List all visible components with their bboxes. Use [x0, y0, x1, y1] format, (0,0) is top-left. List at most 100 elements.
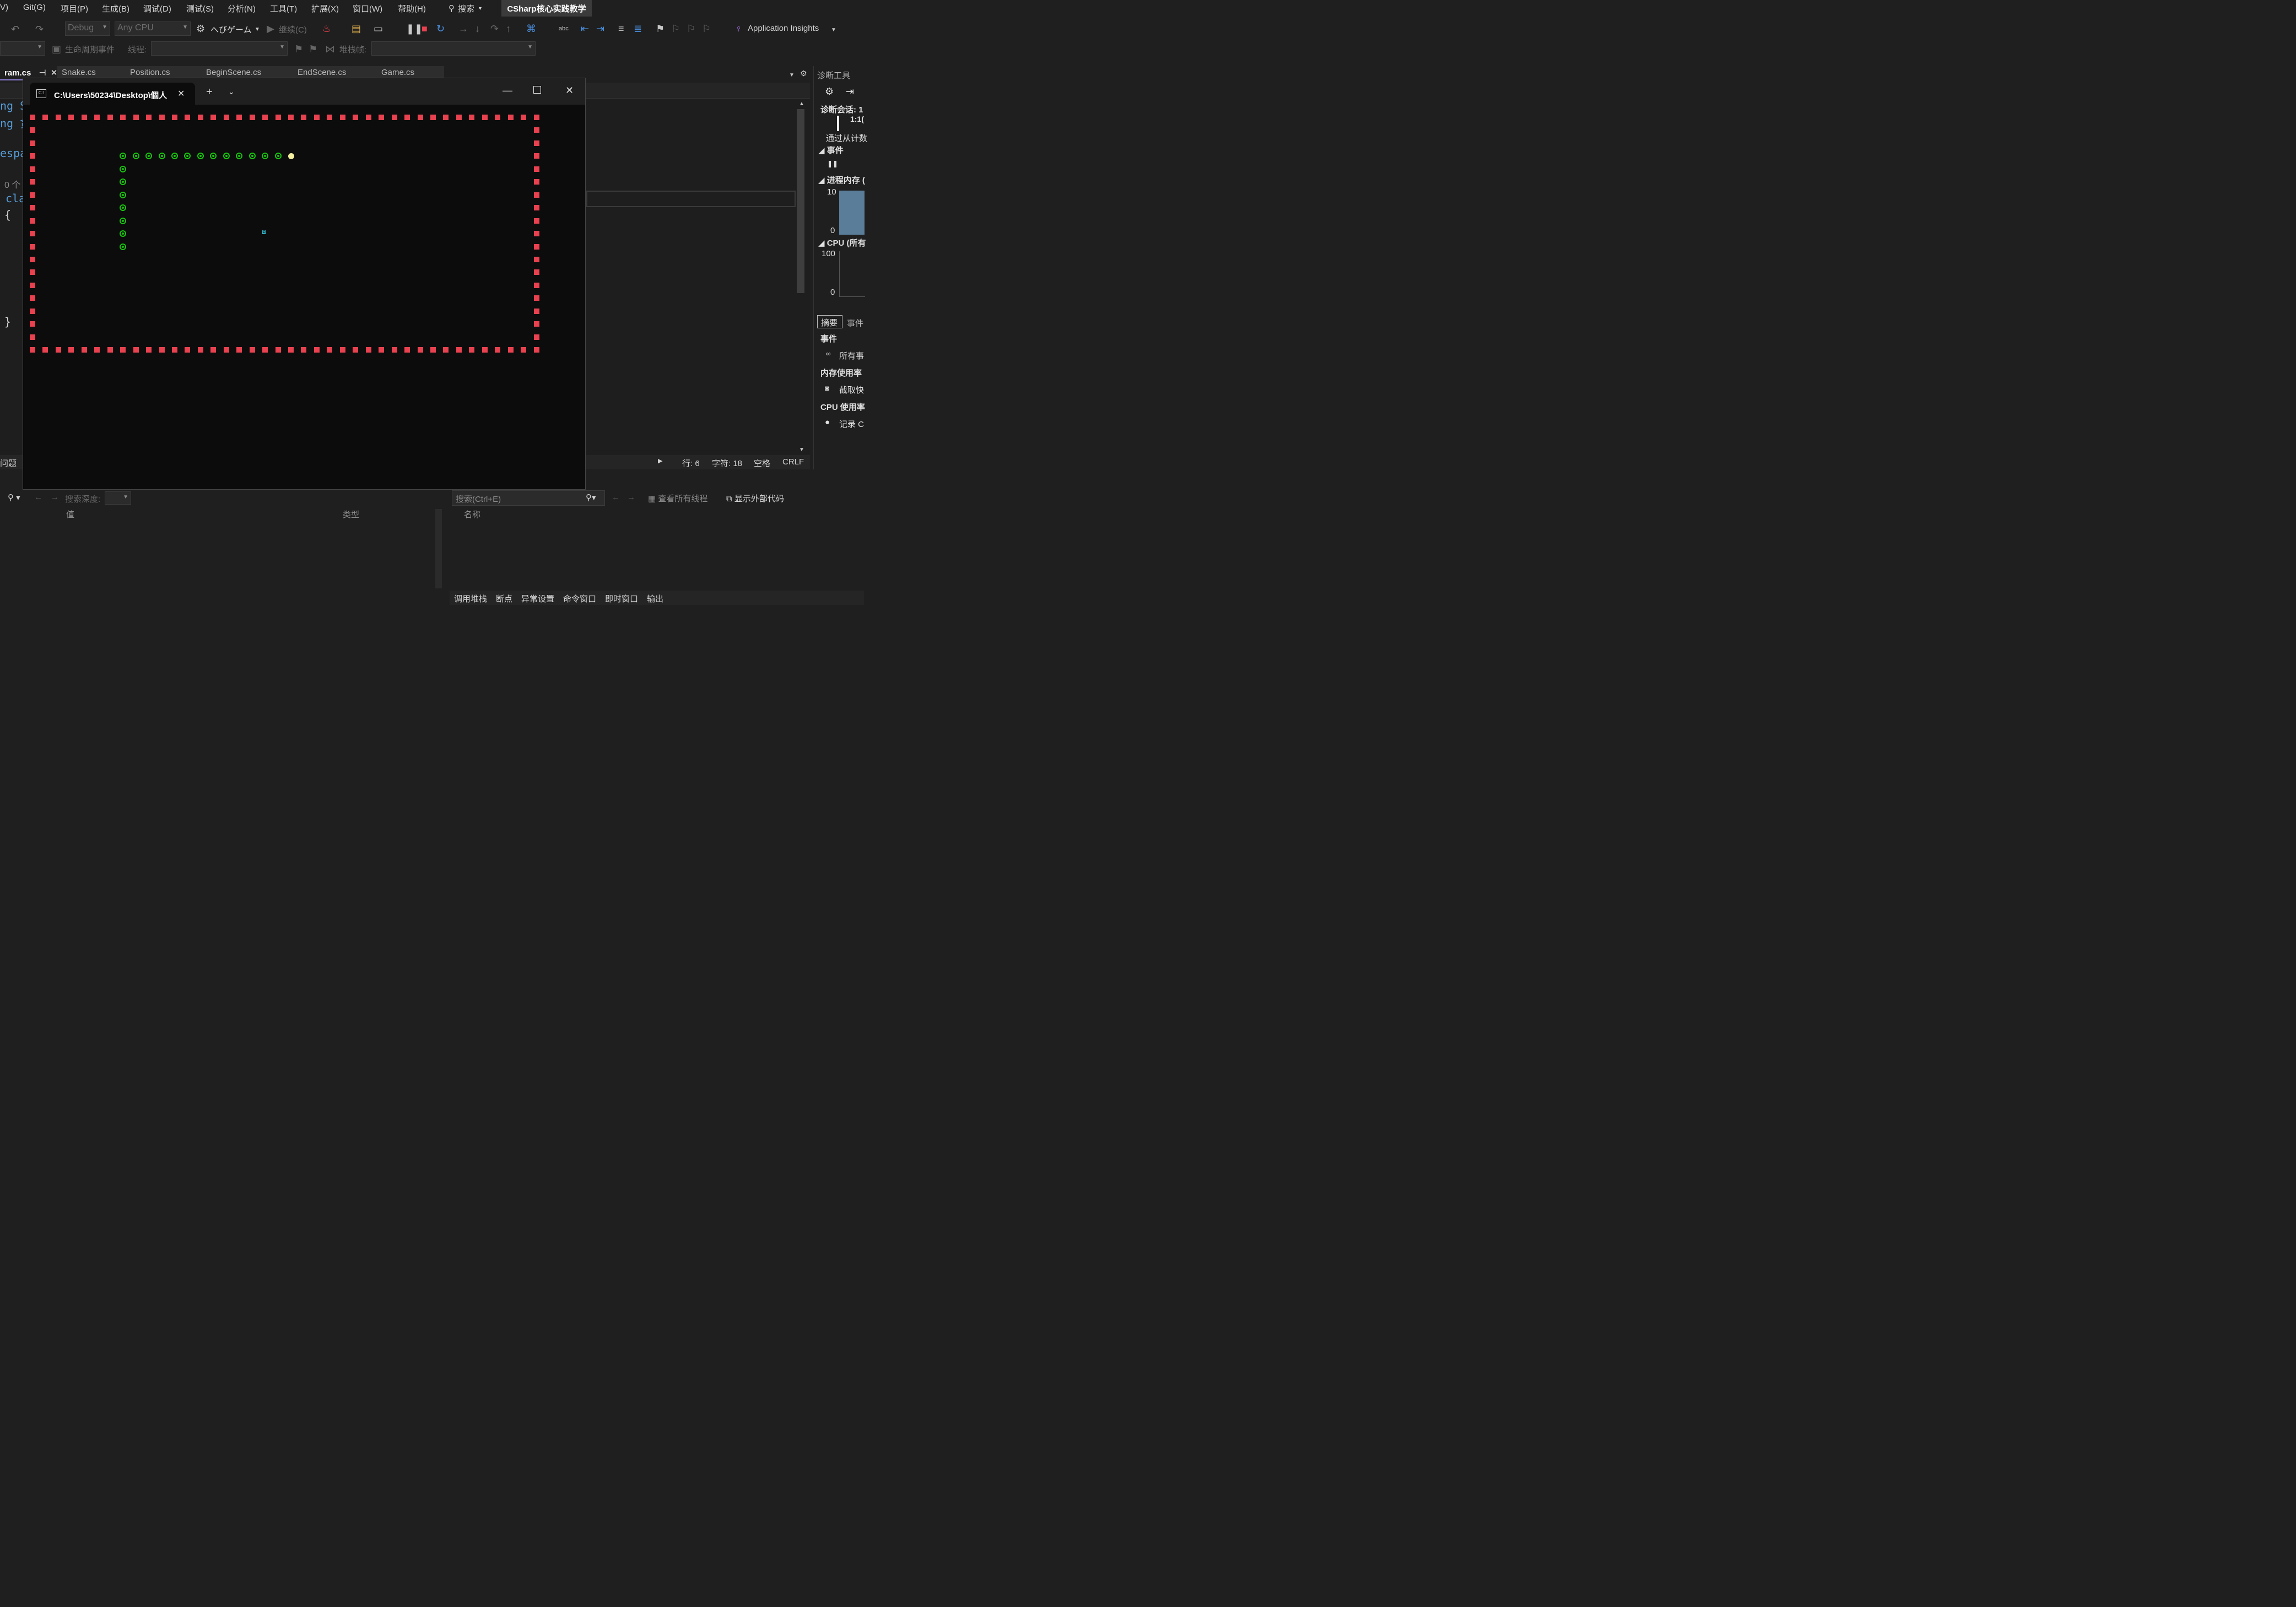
show-external-code-button[interactable]: ⧉ 显示外部代码: [726, 493, 784, 504]
new-tab-icon[interactable]: +: [206, 86, 213, 99]
gear-icon[interactable]: ⚙: [825, 86, 834, 98]
snapshot-button[interactable]: 截取快: [839, 384, 864, 396]
gear-icon[interactable]: ⚙: [800, 68, 807, 78]
forward-icon[interactable]: →: [627, 493, 635, 502]
menu-tools[interactable]: 工具(T): [270, 3, 297, 14]
tab-output[interactable]: 输出: [647, 593, 663, 604]
callstack-search-input[interactable]: 搜索(Ctrl+E) ⚲▾: [452, 490, 605, 506]
step-over-icon[interactable]: ↷: [490, 24, 499, 34]
cpu-header[interactable]: ◢ CPU (所有: [818, 237, 866, 248]
scroll-right-icon[interactable]: ▶: [658, 457, 662, 464]
stack-icon[interactable]: ⋈: [325, 44, 335, 54]
close-window-icon[interactable]: ✕: [565, 85, 574, 96]
menu-analyze[interactable]: 分析(N): [228, 3, 256, 14]
application-insights-button[interactable]: Application Insights: [748, 24, 819, 33]
hot-reload-icon[interactable]: ♨: [322, 24, 331, 34]
record-cpu-button[interactable]: 记录 C: [839, 418, 864, 430]
tab-exception-settings[interactable]: 异常设置: [521, 593, 554, 604]
pin-icon[interactable]: ⊣: [39, 68, 46, 78]
close-tab-icon[interactable]: ✕: [177, 88, 185, 99]
forward-icon[interactable]: →: [51, 493, 59, 502]
indent-icon[interactable]: ≡: [618, 24, 624, 34]
tab-summary[interactable]: 摘要: [817, 315, 842, 328]
view-threads-button[interactable]: ▦ 查看所有线程: [648, 493, 707, 504]
char-indicator[interactable]: 字符: 18: [712, 457, 742, 469]
folder-icon[interactable]: ▤: [352, 24, 361, 34]
search-icon[interactable]: ⚲▾: [586, 493, 596, 502]
menu-project[interactable]: 项目(P): [61, 3, 88, 14]
platform-select[interactable]: Any CPU ▼: [115, 21, 191, 36]
line-indicator[interactable]: 行: 6: [682, 457, 700, 469]
memory-header[interactable]: ◢ 进程内存 (: [818, 174, 865, 186]
show-next-statement-icon[interactable]: →: [458, 24, 468, 34]
chevron-down-icon[interactable]: ▼: [831, 25, 836, 35]
tab-command-window[interactable]: 命令窗口: [563, 593, 596, 604]
maximize-icon[interactable]: [533, 86, 541, 94]
next-bookmark-icon[interactable]: ⚐: [687, 24, 695, 34]
pause-icon[interactable]: ❚❚: [406, 24, 423, 34]
menu-extensions[interactable]: 扩展(X): [311, 3, 339, 14]
spell-check-icon[interactable]: abc: [559, 24, 569, 34]
menu-window[interactable]: 窗口(W): [353, 3, 382, 14]
window-icon[interactable]: ▭: [374, 24, 383, 34]
flag-threads-icon[interactable]: ⚑: [309, 44, 317, 54]
stackframe-select[interactable]: ▼: [371, 41, 536, 56]
scroll-down-icon[interactable]: ▼: [799, 445, 804, 455]
chevron-down-icon[interactable]: ⌄: [228, 87, 235, 96]
console-titlebar[interactable]: C:\ C:\Users\50234\Desktop\個人 ✕ + ⌄ — ✕: [23, 78, 585, 105]
vertical-scrollbar[interactable]: [797, 109, 804, 293]
continue-button[interactable]: 继续(C): [279, 24, 307, 35]
menu-test[interactable]: 测试(S): [186, 3, 214, 14]
gear-icon[interactable]: ⚙: [196, 24, 205, 34]
process-select[interactable]: ▼: [0, 41, 45, 56]
global-search-button[interactable]: ⚲ 搜索 ▼: [449, 2, 483, 15]
scroll-up-icon[interactable]: ▲: [799, 99, 804, 109]
tab-events[interactable]: 事件: [847, 317, 863, 329]
close-icon[interactable]: ✕: [51, 68, 58, 78]
step-out-icon[interactable]: ↑: [506, 24, 511, 34]
vertical-scrollbar[interactable]: [435, 509, 442, 588]
tab-immediate-window[interactable]: 即时窗口: [605, 593, 638, 604]
column-name[interactable]: 名称: [464, 508, 480, 520]
menu-build[interactable]: 生成(B): [102, 3, 129, 14]
console-window[interactable]: C:\ C:\Users\50234\Desktop\個人 ✕ + ⌄ — ✕ …: [23, 78, 586, 490]
restart-icon[interactable]: ↻: [436, 24, 445, 34]
back-icon[interactable]: ←: [34, 493, 42, 502]
menu-git[interactable]: Git(G): [23, 3, 46, 12]
outdent-icon[interactable]: ≣: [634, 24, 642, 34]
flag-icon[interactable]: ⚑: [294, 44, 303, 54]
clear-bookmark-icon[interactable]: ⚐: [702, 24, 711, 34]
stop-icon[interactable]: ■: [422, 24, 428, 34]
prev-bookmark-icon[interactable]: ⚐: [671, 24, 680, 34]
chevron-down-icon[interactable]: ▼: [789, 71, 795, 80]
menu-view[interactable]: V): [0, 3, 8, 12]
startup-project-select[interactable]: へびゲーム: [210, 24, 252, 35]
export-icon[interactable]: ⇥: [846, 86, 854, 98]
undo-icon[interactable]: ↶: [11, 24, 19, 34]
uncomment-icon[interactable]: ⇥: [596, 24, 604, 34]
menu-help[interactable]: 帮助(H): [398, 3, 426, 14]
codelens-references[interactable]: 0 个: [4, 177, 20, 191]
search-icon[interactable]: ⚲ ▾: [8, 493, 20, 502]
line-ending-indicator[interactable]: CRLF: [782, 457, 804, 467]
bookmark-icon[interactable]: ⚑: [656, 24, 665, 34]
column-value[interactable]: 值: [66, 508, 74, 520]
back-icon[interactable]: ←: [612, 493, 620, 502]
console-tab[interactable]: C:\ C:\Users\50234\Desktop\個人 ✕: [30, 83, 195, 105]
search-depth-select[interactable]: ▼: [105, 491, 131, 505]
hex-icon[interactable]: ⌘: [526, 24, 536, 34]
chevron-down-icon[interactable]: ▼: [255, 25, 260, 35]
menu-debug[interactable]: 调试(D): [143, 3, 171, 14]
whitespace-indicator[interactable]: 空格: [754, 457, 770, 469]
comment-icon[interactable]: ⇤: [581, 24, 589, 34]
events-header[interactable]: ◢ 事件: [818, 144, 844, 156]
thread-select[interactable]: ▼: [151, 41, 288, 56]
pause-icon[interactable]: ❚❚: [827, 160, 838, 167]
column-type[interactable]: 类型: [343, 508, 359, 520]
lifecycle-events-button[interactable]: 生命周期事件: [65, 44, 115, 55]
redo-icon[interactable]: ↷: [35, 24, 44, 34]
tab-call-stack[interactable]: 调用堆栈: [454, 593, 487, 604]
configuration-select[interactable]: Debug ▼: [65, 21, 110, 36]
minimize-icon[interactable]: —: [503, 85, 512, 96]
step-into-icon[interactable]: ↓: [475, 24, 480, 34]
